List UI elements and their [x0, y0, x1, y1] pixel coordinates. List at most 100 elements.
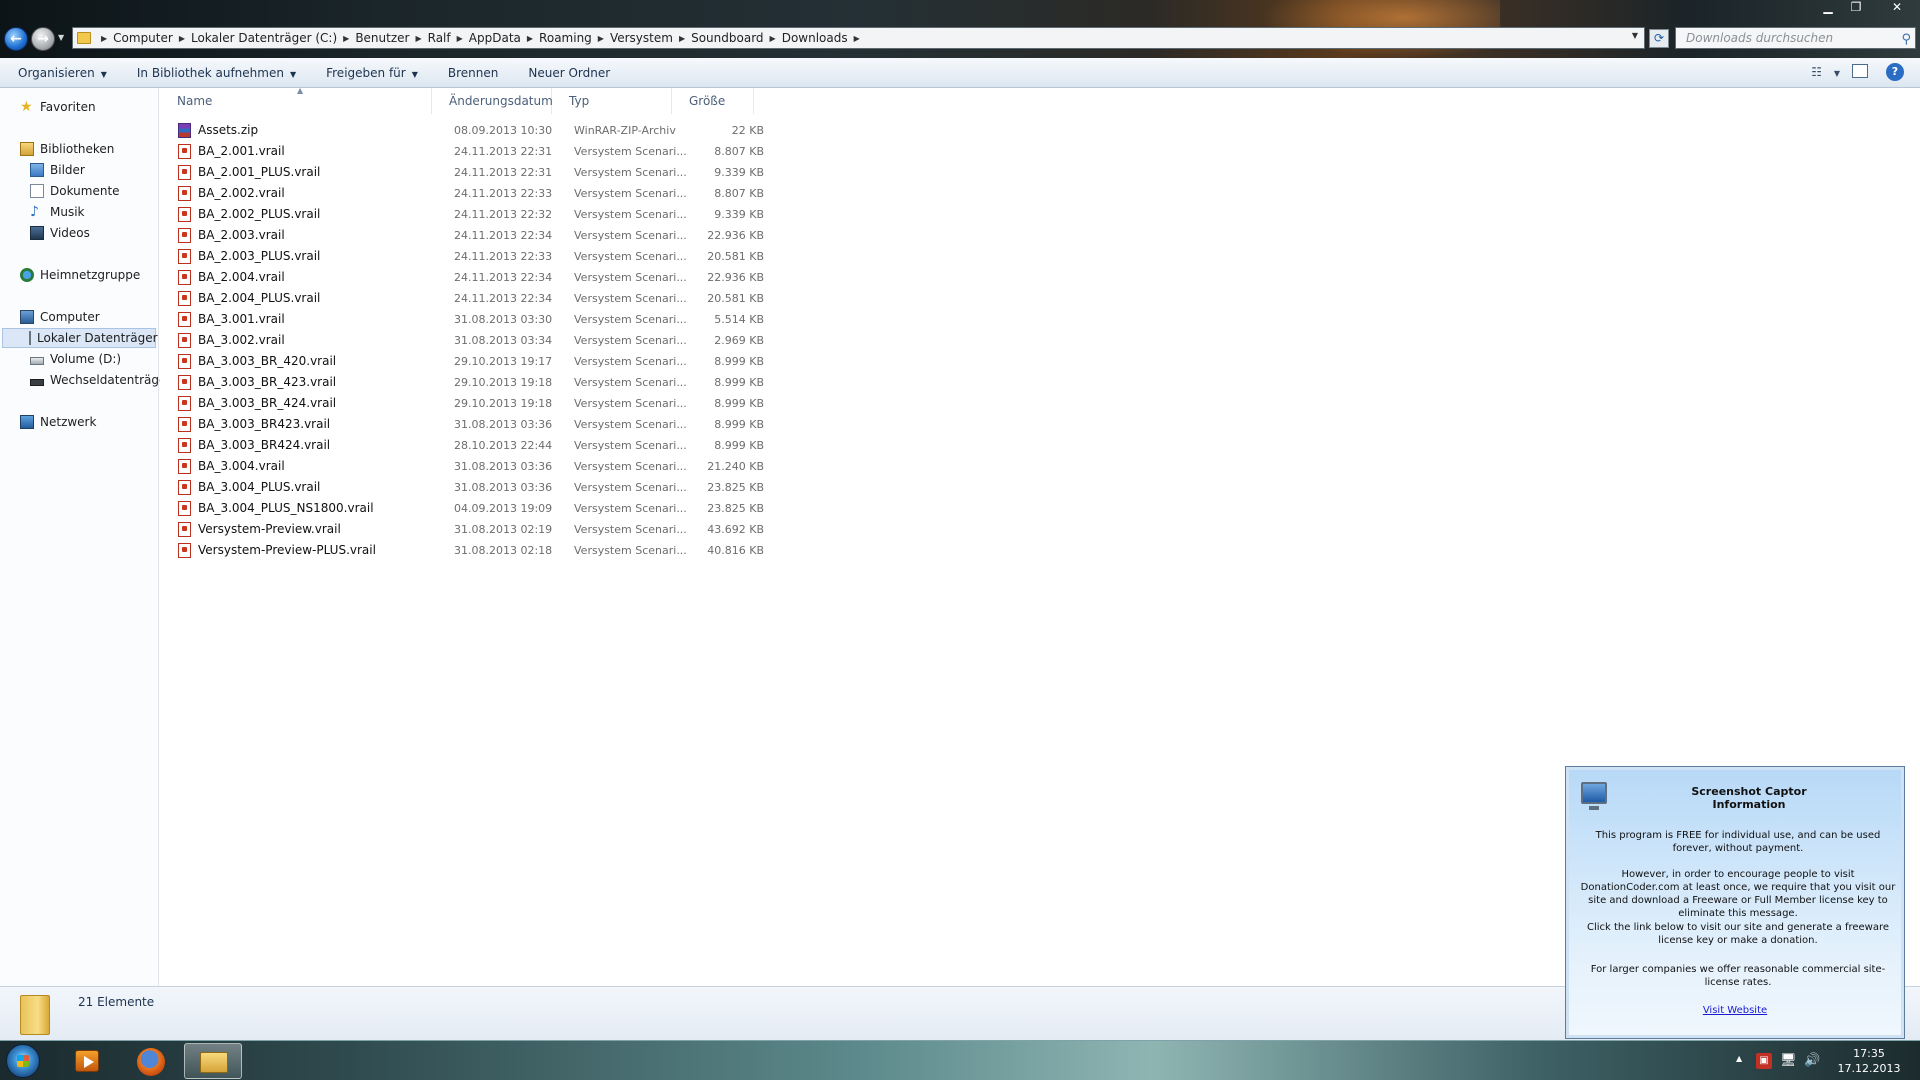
file-row[interactable]: BA_3.003_BR_420.vrail 29.10.2013 19:17 Ver…: [176, 351, 776, 372]
breadcrumb-downloads[interactable]: Downloads: [782, 31, 848, 45]
taskbar-media-player[interactable]: [60, 1043, 114, 1079]
nav-local-disk[interactable]: Lokaler Datenträger: [2, 328, 158, 348]
file-name: BA_3.003_BR_424.vrail: [198, 396, 337, 410]
file-row[interactable]: BA_3.001.vrail 31.08.2013 03:30 Versystem …: [176, 309, 776, 330]
breadcrumb-soundboard[interactable]: Soundboard: [691, 31, 763, 45]
address-bar[interactable]: ▶ Computer ▶ Lokaler Datenträger (C:) ▶ …: [72, 27, 1645, 49]
breadcrumb-roaming[interactable]: Roaming: [539, 31, 592, 45]
column-header-date[interactable]: Änderungsdatum: [432, 88, 553, 114]
taskbar-firefox[interactable]: [124, 1043, 178, 1079]
nav-network[interactable]: Netzwerk: [20, 412, 96, 432]
include-in-library-menu[interactable]: In Bibliothek aufnehmen ▼: [137, 66, 296, 80]
file-row[interactable]: BA_2.003.vrail 24.11.2013 22:34 Versystem …: [176, 225, 776, 246]
file-name: BA_2.002_PLUS.vrail: [198, 207, 321, 221]
visit-website-link[interactable]: Visit Website: [1569, 1005, 1901, 1016]
refresh-button[interactable]: ⟳: [1649, 29, 1669, 48]
file-row[interactable]: BA_3.004_PLUS.vrail 31.08.2013 03:36 Versy…: [176, 477, 776, 498]
column-header-size[interactable]: Größe: [672, 88, 754, 114]
preview-pane-button[interactable]: [1852, 64, 1868, 78]
vrail-file-icon: [178, 207, 191, 222]
file-size: 2.969 KB: [714, 334, 764, 347]
breadcrumb-separator-icon[interactable]: ▶: [854, 34, 860, 43]
breadcrumb-local-disk[interactable]: Lokaler Datenträger (C:): [191, 31, 337, 45]
nav-documents[interactable]: Dokumente: [30, 181, 120, 201]
nav-computer[interactable]: Computer: [20, 307, 100, 327]
file-row[interactable]: BA_3.004.vrail 31.08.2013 03:36 Versystem …: [176, 456, 776, 477]
breadcrumb-separator-icon[interactable]: ▶: [679, 34, 685, 43]
vrail-file-icon: [178, 312, 191, 327]
breadcrumb-separator-icon[interactable]: ▶: [415, 34, 421, 43]
file-row[interactable]: Assets.zip 08.09.2013 10:30 WinRAR-ZIP-Arc…: [176, 120, 776, 141]
nav-favorites[interactable]: ★ Favoriten: [20, 97, 96, 117]
file-row[interactable]: BA_2.001_PLUS.vrail 24.11.2013 22:31 Versy…: [176, 162, 776, 183]
forward-button[interactable]: →: [31, 27, 55, 51]
file-date: 24.11.2013 22:34: [454, 271, 553, 284]
breadcrumb-separator-icon[interactable]: ▶: [598, 34, 604, 43]
nav-pictures[interactable]: Bilder: [30, 160, 85, 180]
taskbar-explorer[interactable]: [184, 1043, 242, 1079]
file-type: Versystem Scenari...: [574, 166, 687, 179]
volume-icon[interactable]: 🔊: [1804, 1053, 1820, 1069]
show-hidden-icons-button[interactable]: ▲: [1736, 1054, 1742, 1063]
address-dropdown-icon[interactable]: ▼: [1632, 31, 1638, 40]
clock[interactable]: 17:35 17.12.2013: [1834, 1046, 1904, 1076]
back-button[interactable]: ←: [4, 27, 28, 51]
change-view-button[interactable]: ☷ ▼: [1811, 65, 1840, 79]
search-input[interactable]: Downloads durchsuchen ⚲: [1675, 27, 1916, 49]
network-tray-icon[interactable]: 🖥: [1780, 1053, 1797, 1069]
breadcrumb-versystem[interactable]: Versystem: [610, 31, 673, 45]
nav-volume-d[interactable]: Volume (D:): [30, 349, 121, 369]
file-row[interactable]: BA_2.004_PLUS.vrail 24.11.2013 22:34 Versy…: [176, 288, 776, 309]
column-header-name[interactable]: Name: [160, 88, 432, 114]
nav-libraries[interactable]: Bibliotheken: [20, 139, 114, 159]
file-row[interactable]: BA_2.004.vrail 24.11.2013 22:34 Versystem …: [176, 267, 776, 288]
file-row[interactable]: BA_2.001.vrail 24.11.2013 22:31 Versystem …: [176, 141, 776, 162]
burn-button[interactable]: Brennen: [448, 66, 498, 80]
nav-favorites-label: Favoriten: [40, 100, 96, 114]
nav-videos[interactable]: Videos: [30, 223, 90, 243]
breadcrumb-benutzer[interactable]: Benutzer: [355, 31, 409, 45]
file-row[interactable]: BA_3.003_BR_424.vrail 29.10.2013 19:18 Ver…: [176, 393, 776, 414]
recent-pages-dropdown[interactable]: ▼: [58, 33, 64, 42]
nav-homegroup[interactable]: Heimnetzgruppe: [20, 265, 140, 285]
file-row[interactable]: BA_3.003_BR423.vrail 31.08.2013 03:36 Vers…: [176, 414, 776, 435]
file-row[interactable]: Versystem-Preview-PLUS.vrail 31.08.2013 0…: [176, 540, 776, 561]
minimize-button[interactable]: ▁: [1816, 0, 1840, 16]
file-row[interactable]: BA_3.002.vrail 31.08.2013 03:34 Versystem …: [176, 330, 776, 351]
file-row[interactable]: Versystem-Preview.vrail 31.08.2013 02:19 V…: [176, 519, 776, 540]
clock-date: 17.12.2013: [1837, 1062, 1901, 1075]
file-name: BA_3.003_BR423.vrail: [198, 417, 331, 431]
file-row[interactable]: BA_2.003_PLUS.vrail 24.11.2013 22:33 Versy…: [176, 246, 776, 267]
file-size: 43.692 KB: [707, 523, 764, 536]
breadcrumb-separator-icon[interactable]: ▶: [179, 34, 185, 43]
file-name: BA_2.002.vrail: [198, 186, 285, 200]
new-folder-button[interactable]: Neuer Ordner: [528, 66, 610, 80]
file-row[interactable]: BA_2.002_PLUS.vrail 24.11.2013 22:32 Versy…: [176, 204, 776, 225]
organize-menu[interactable]: Organisieren ▼: [18, 66, 107, 80]
close-button[interactable]: ✕: [1880, 0, 1914, 16]
nav-removable[interactable]: Wechseldatenträger: [30, 370, 171, 390]
column-header-type[interactable]: Typ: [552, 88, 672, 114]
breadcrumb-appdata[interactable]: AppData: [469, 31, 521, 45]
file-size: 22.936 KB: [707, 229, 764, 242]
file-date: 29.10.2013 19:17: [454, 355, 553, 368]
file-row[interactable]: BA_3.003_BR424.vrail 28.10.2013 22:44 Vers…: [176, 435, 776, 456]
help-button[interactable]: ?: [1886, 63, 1904, 81]
start-button[interactable]: [6, 1044, 40, 1078]
breadcrumb-separator-icon[interactable]: ▶: [770, 34, 776, 43]
file-date: 29.10.2013 19:18: [454, 397, 553, 410]
breadcrumb-separator-icon[interactable]: ▶: [343, 34, 349, 43]
search-icon[interactable]: ⚲: [1901, 30, 1911, 50]
screenshot-captor-tray-icon[interactable]: ▣: [1756, 1053, 1772, 1069]
maximize-button[interactable]: ❐: [1844, 0, 1868, 16]
nav-music[interactable]: ♪ Musik: [30, 202, 85, 222]
breadcrumb-separator-icon[interactable]: ▶: [101, 34, 107, 43]
breadcrumb-ralf[interactable]: Ralf: [428, 31, 451, 45]
breadcrumb-computer[interactable]: Computer: [113, 31, 173, 45]
file-row[interactable]: BA_2.002.vrail 24.11.2013 22:33 Versystem …: [176, 183, 776, 204]
share-with-menu[interactable]: Freigeben für ▼: [326, 66, 418, 80]
file-row[interactable]: BA_3.003_BR_423.vrail 29.10.2013 19:18 Ver…: [176, 372, 776, 393]
breadcrumb-separator-icon[interactable]: ▶: [457, 34, 463, 43]
file-row[interactable]: BA_3.004_PLUS_NS1800.vrail 04.09.2013 19:…: [176, 498, 776, 519]
breadcrumb-separator-icon[interactable]: ▶: [527, 34, 533, 43]
